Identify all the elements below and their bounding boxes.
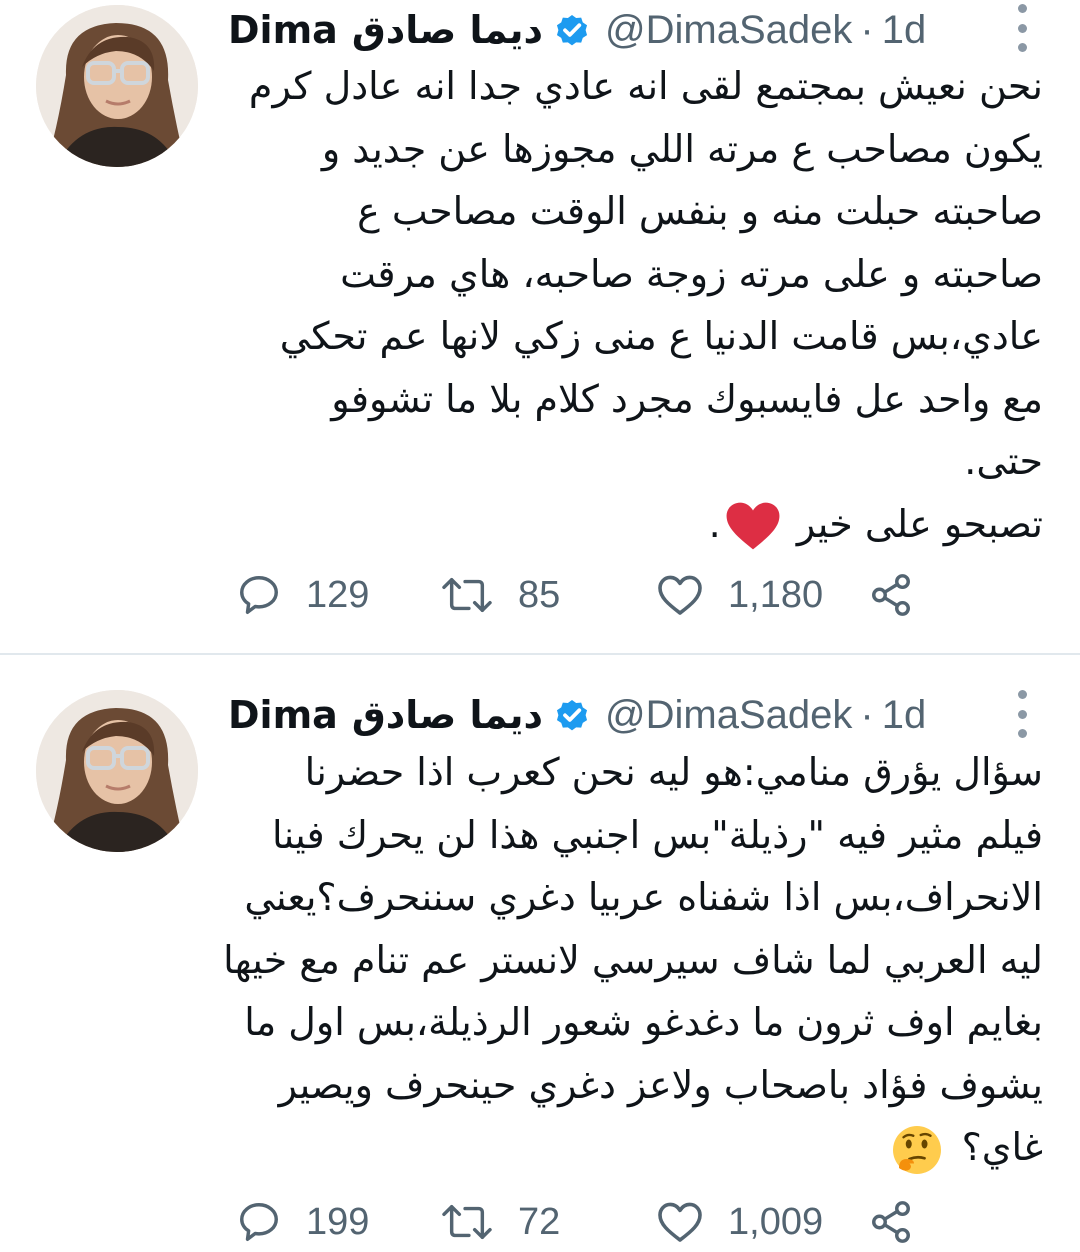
verified-badge-icon [556,14,588,46]
retweet-count: 72 [518,1200,561,1243]
tweet-actions: 199 72 1,009 [228,1192,928,1252]
tweet-actions: 129 85 1,180 [228,565,928,625]
tweet-divider [0,653,1080,655]
author-name-arabic[interactable]: ديما صادق [352,8,543,52]
tweet-text-line: حتى. [964,439,1043,483]
avatar-photo [36,5,198,167]
avatar[interactable] [36,690,198,852]
author-handle[interactable]: @DimaSadek [605,8,852,53]
tweet-text-line: عادي،بس قامت الدنيا ع منى زكي لانها عم ت… [279,314,1043,358]
reply-count: 199 [306,1200,370,1243]
tweet-text-line: الانحراف،بس اذا شفناه عربيا دغري سننحرف؟… [244,875,1043,919]
tweet-text-suffix: . [708,501,721,546]
tweet-text: سؤال يؤرق منامي:هو ليه نحن كعرب اذا حضرن… [223,741,1043,1179]
retweet-button[interactable]: 85 [440,565,560,625]
share-icon [872,1201,910,1243]
retweet-count: 85 [518,573,561,616]
share-button[interactable] [868,565,914,625]
separator-dot: · [860,7,874,52]
tweet-header: Dima ديما صادق @DimaSadek · 1d [228,687,926,743]
reply-icon [240,1203,278,1241]
author-name-latin[interactable]: Dima [228,693,338,737]
more-options-icon[interactable] [1010,4,1034,52]
reply-button[interactable]: 199 [236,1192,369,1252]
author-name-arabic[interactable]: ديما صادق [352,693,543,737]
tweet-text-line: تصبحو على خير [796,501,1043,546]
tweet-text: نحن نعيش بمجتمع لقى انه عادي جدا انه عاد… [228,55,1043,555]
retweet-button[interactable]: 72 [440,1192,560,1252]
separator-dot: · [860,692,874,737]
reply-count: 129 [306,573,370,616]
author-handle[interactable]: @DimaSadek [605,693,852,738]
retweet-icon [442,1204,492,1240]
reply-button[interactable]: 129 [236,565,369,625]
tweet-text-line: صاحبته و على مرته زوجة صاحبه، هاي مرقت [340,251,1043,296]
like-button[interactable]: 1,180 [656,565,823,625]
like-button[interactable]: 1,009 [656,1192,823,1252]
more-options-icon[interactable] [1010,690,1034,738]
avatar[interactable] [36,5,198,167]
tweet-text-line: فيلم مثير فيه "رذيلة"بس اجنبي هذا لن يحر… [272,812,1043,857]
avatar-photo [36,690,198,852]
tweet-header: Dima ديما صادق @DimaSadek · 1d [228,2,926,58]
tweet-text-line: ليه العربي لما شاف سيرسي لانستر عم تنام … [223,937,1043,982]
thinking-face-emoji [892,1125,941,1174]
retweet-icon [442,577,492,613]
share-button[interactable] [868,1192,914,1252]
heart-icon [658,575,702,615]
share-icon [872,574,910,616]
tweet-timestamp[interactable]: 1d [882,693,927,738]
tweet-timestamp[interactable]: 1d [882,8,927,53]
tweet-text-last-line: غاي؟ [228,1116,1043,1179]
tweet-text-line: غاي؟ [961,1125,1043,1169]
like-count: 1,009 [728,1200,824,1243]
tweet-text-line: مع واحد عل فايسبوك مجرد كلام بلا ما تشوف… [331,376,1043,421]
tweet-text-last-line: تصبحو على خير . [228,493,1043,556]
tweet-text-line: صاحبته حبلت منه و بنفس الوقت مصاحب ع [357,189,1043,233]
tweet-text-line: سؤال يؤرق منامي:هو ليه نحن كعرب اذا حضرن… [304,750,1043,794]
tweet-text-line: يكون مصاحب ع مرته اللي مجوزها عن جديد و [321,126,1043,171]
tweet-text-line: يشوف فؤاد باصحاب ولاعز دغري حينحرف ويصير [278,1062,1043,1107]
like-count: 1,180 [728,573,824,616]
tweet-text-line: نحن نعيش بمجتمع لقى انه عادي جدا انه عاد… [248,64,1043,108]
verified-badge-icon [556,699,588,731]
author-name-latin[interactable]: Dima [228,8,338,52]
heart-icon [658,1202,702,1242]
reply-icon [240,576,278,614]
red-heart-emoji [726,502,780,550]
tweet-text-line: بغايم اوف ثرون ما دغدغو شعور الرذيلة،بس … [244,1000,1043,1044]
